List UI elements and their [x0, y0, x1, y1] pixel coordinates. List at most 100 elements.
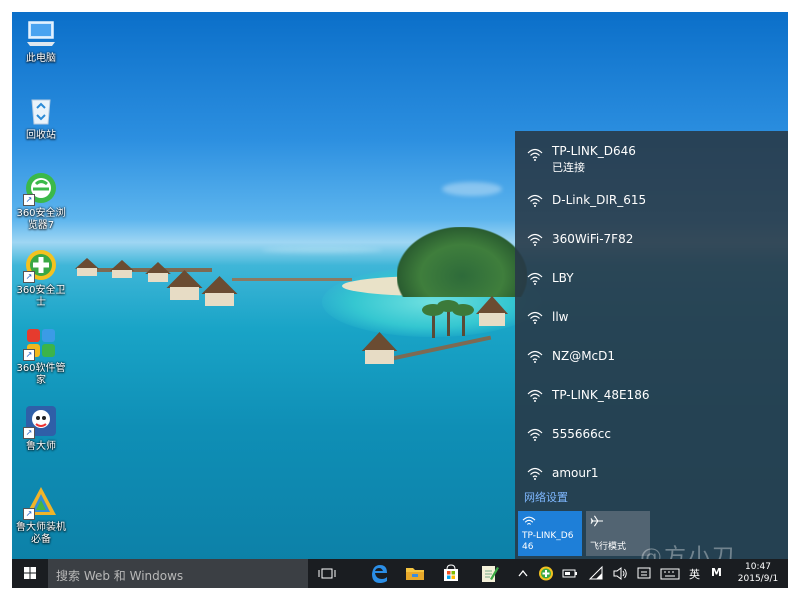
keyboard-icon[interactable] [660, 565, 680, 582]
shortcut-arrow-icon: ↗ [23, 427, 35, 439]
input-language-indicator[interactable]: 英 [689, 566, 700, 582]
water-bungalow [72, 258, 102, 276]
desktop-icon-recycle-bin[interactable]: 回收站 [12, 93, 70, 142]
airplane-icon [590, 515, 603, 527]
network-name: 360WiFi-7F82 [552, 232, 634, 246]
network-item-tp-link-48e186[interactable]: TP-LINK_48E186 [515, 376, 788, 414]
network-name: NZ@McD1 [552, 349, 616, 363]
battery-icon[interactable] [562, 565, 578, 582]
network-name: amour1 [552, 466, 599, 480]
windows-logo-icon [24, 567, 36, 579]
network-flyout: TP-LINK_D646 已连接 D-Link_DIR_615 360WiFi-… [515, 131, 788, 559]
wifi-signal-icon [527, 428, 543, 441]
notepad-button[interactable] [472, 559, 506, 588]
taskbar: 搜索 Web 和 Windows 英 M 10:47 2015/9/1 [12, 559, 788, 588]
360-browser-icon: ↗ [23, 171, 58, 206]
network-item-d-link[interactable]: D-Link_DIR_615 [515, 181, 788, 219]
wifi-icon [522, 516, 536, 525]
shortcut-arrow-icon: ↗ [23, 194, 35, 206]
water-bungalow [197, 276, 242, 306]
network-item-amour1[interactable]: amour1 [515, 454, 788, 492]
360-security-icon: ↗ [23, 248, 58, 283]
wifi-signal-icon [527, 233, 543, 246]
network-item-tp-link-d646[interactable]: TP-LINK_D646 已连接 [515, 135, 788, 179]
desktop: 此电脑 回收站 ↗ 360安全浏览器7 ↗ 360安全卫士 ↗ 360软件管家 … [12, 12, 788, 588]
network-item-llw[interactable]: llw [515, 298, 788, 336]
network-name: TP-LINK_D646 [552, 144, 636, 158]
desktop-icon-360-browser[interactable]: ↗ 360安全浏览器7 [12, 171, 70, 232]
wifi-quick-action-tile[interactable]: TP-LINK_D646 [518, 511, 582, 556]
search-box[interactable]: 搜索 Web 和 Windows [48, 559, 308, 588]
ludashi-icon: ↗ [23, 404, 58, 439]
water-bungalow [107, 260, 137, 278]
network-settings-link[interactable]: 网络设置 [524, 489, 568, 505]
clock[interactable]: 10:47 2015/9/1 [730, 561, 786, 585]
volume-icon[interactable] [612, 565, 628, 582]
wifi-signal-icon [527, 350, 543, 363]
edge-icon [372, 565, 387, 583]
shortcut-arrow-icon: ↗ [23, 349, 35, 361]
island [397, 227, 527, 297]
shortcut-arrow-icon: ↗ [23, 271, 35, 283]
network-name: D-Link_DIR_615 [552, 193, 647, 207]
chevron-up-icon[interactable] [517, 565, 529, 582]
cloud [262, 247, 382, 253]
desktop-icon-ludashi[interactable]: ↗ 鲁大师 [12, 404, 70, 453]
edge-button[interactable] [362, 559, 396, 588]
network-item-nz-mcd1[interactable]: NZ@McD1 [515, 337, 788, 375]
palm-tree [452, 304, 474, 336]
wifi-signal-icon [527, 389, 543, 402]
ludashi-essentials-icon: ↗ [23, 485, 58, 520]
cloud [442, 182, 502, 196]
water-bungalow [357, 332, 402, 364]
action-center-icon[interactable] [636, 565, 652, 582]
shortcut-arrow-icon: ↗ [23, 508, 35, 520]
network-name: llw [552, 310, 569, 324]
desktop-icon-label: 360安全卫士 [16, 285, 66, 308]
clock-date: 2015/9/1 [737, 574, 779, 584]
quick-action-label: TP-LINK_D646 [522, 531, 574, 552]
360-tray-icon[interactable] [538, 565, 554, 582]
file-explorer-button[interactable] [398, 559, 432, 588]
start-button[interactable] [12, 559, 48, 588]
network-name: LBY [552, 271, 574, 285]
wifi-signal-icon [527, 148, 543, 161]
file-explorer-icon [406, 568, 424, 580]
pier [232, 278, 352, 281]
notepad-icon [482, 566, 499, 582]
network-item-lby[interactable]: LBY [515, 259, 788, 297]
water-bungalow [472, 296, 512, 326]
store-button[interactable] [434, 559, 468, 588]
palm-tree [422, 304, 444, 338]
desktop-icon-label: 鲁大师装机必备 [16, 522, 66, 545]
store-icon [444, 564, 458, 581]
desktop-icon-this-pc[interactable]: 此电脑 [12, 16, 70, 65]
palm-tree [437, 300, 459, 336]
quick-action-label: 飞行模式 [590, 542, 627, 552]
task-view-icon [318, 568, 336, 579]
ime-mode-indicator[interactable]: M [711, 566, 722, 579]
wifi-signal-icon [527, 272, 543, 285]
desktop-icon-label: 回收站 [26, 130, 56, 141]
network-status: 已连接 [552, 161, 585, 174]
desktop-icon-label: 360安全浏览器7 [16, 208, 66, 231]
wifi-tray-icon[interactable] [588, 565, 604, 582]
clock-time: 10:47 [745, 562, 771, 572]
network-name: TP-LINK_48E186 [552, 388, 650, 402]
desktop-icon-360-software-manager[interactable]: ↗ 360软件管家 [12, 326, 70, 387]
network-item-360wifi[interactable]: 360WiFi-7F82 [515, 220, 788, 258]
desktop-icon-ludashi-essentials[interactable]: ↗ 鲁大师装机必备 [12, 485, 70, 546]
wifi-signal-icon [527, 194, 543, 207]
desktop-icon-label: 鲁大师 [26, 441, 56, 452]
recycle-bin-icon [24, 93, 58, 127]
desktop-icon-label: 此电脑 [26, 53, 56, 64]
network-name: 555666cc [552, 427, 612, 441]
desktop-icon-label: 360软件管家 [16, 363, 66, 386]
desktop-icon-360-security[interactable]: ↗ 360安全卫士 [12, 248, 70, 309]
wifi-signal-icon [527, 467, 543, 480]
computer-icon [24, 16, 58, 50]
network-item-555666cc[interactable]: 555666cc [515, 415, 788, 453]
360-software-manager-icon: ↗ [23, 326, 58, 361]
wifi-signal-icon [527, 311, 543, 324]
task-view-button[interactable] [310, 559, 344, 588]
